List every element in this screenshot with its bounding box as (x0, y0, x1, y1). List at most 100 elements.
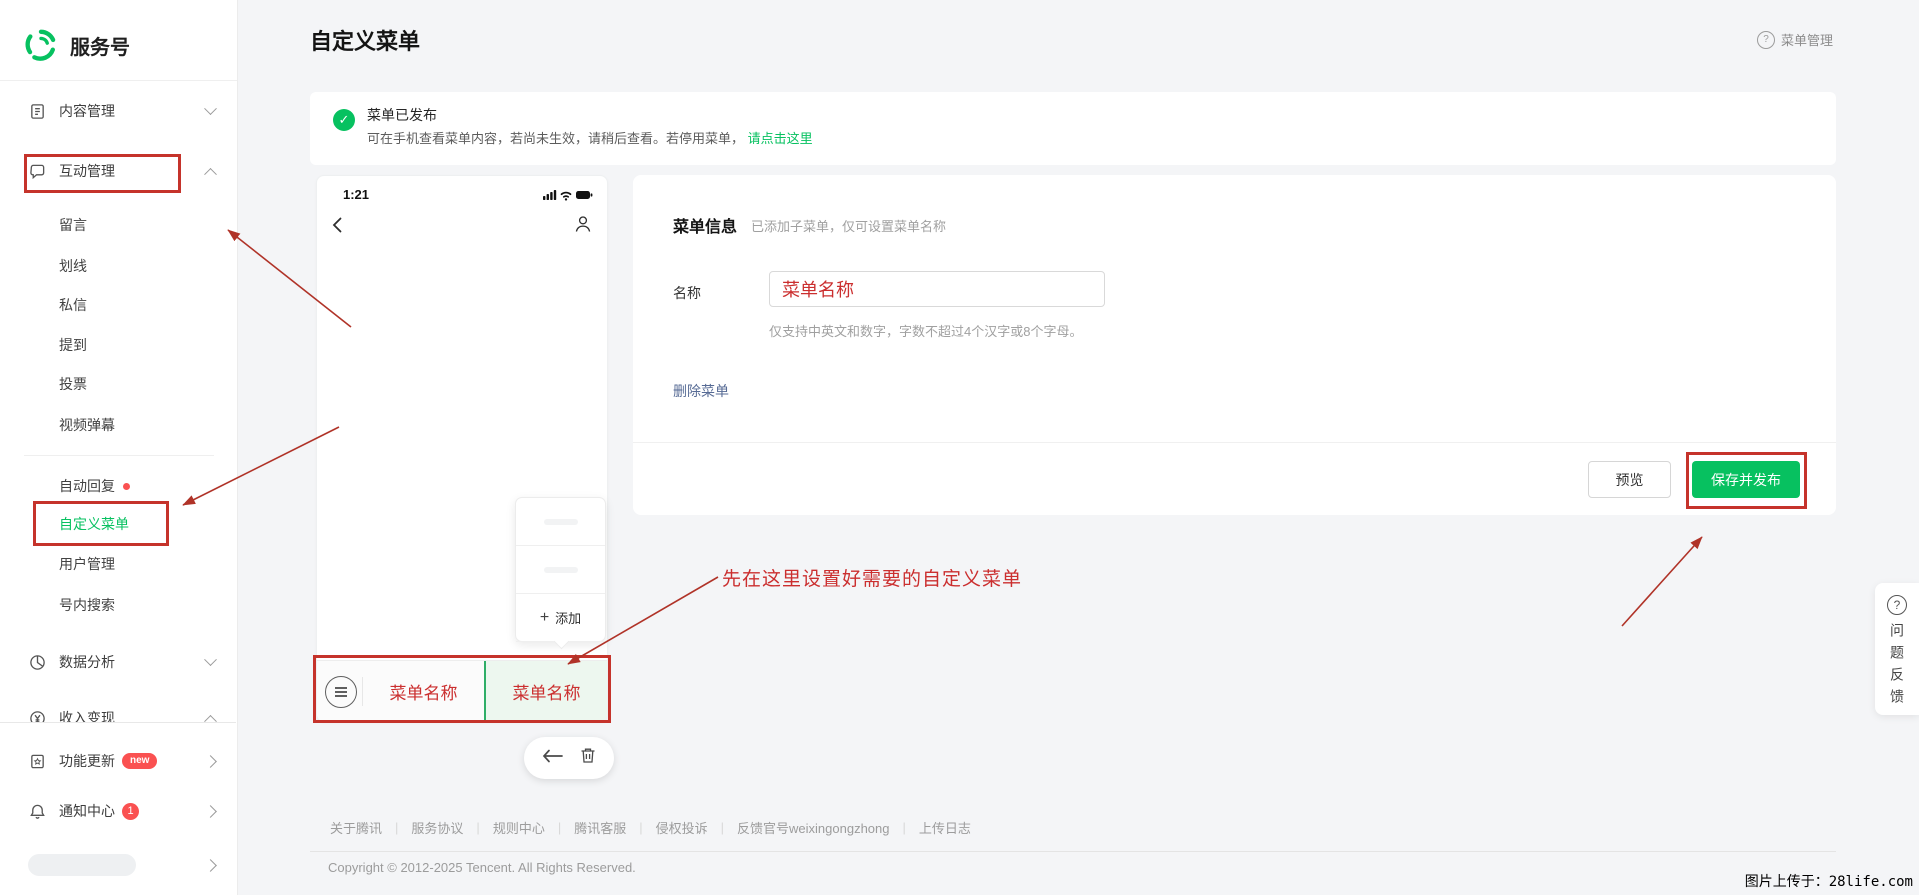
page-title: 自定义菜单 (310, 29, 421, 54)
menu-management-label: 菜单管理 (1781, 33, 1834, 48)
chevron-right-icon (204, 804, 217, 818)
sidebar-item-content-mgmt[interactable]: 内容管理 (0, 91, 237, 131)
footer-link-upload-log[interactable]: 上传日志 (919, 818, 971, 837)
sidebar-item-label: 内容管理 (59, 103, 115, 119)
page-root: 服务号 内容管理 互动管理 留言 划线 私信 提到 投票 视频弹幕 自动回复 自… (0, 0, 1919, 895)
keyboard-toggle-icon[interactable] (325, 676, 357, 708)
add-label: 添加 (555, 611, 582, 626)
redacted-submenu-label (543, 518, 578, 525)
submenu-popup: + 添加 (515, 497, 606, 650)
undo-arrow-icon[interactable] (542, 749, 564, 768)
banner-title: 菜单已发布 (367, 107, 437, 123)
delete-menu-link[interactable]: 删除菜单 (673, 381, 729, 401)
chevron-right-icon (204, 754, 217, 768)
sidebar-item-label: 视频弹幕 (59, 417, 115, 433)
menu-management-help[interactable]: ? 菜单管理 (1757, 30, 1833, 49)
chevron-down-icon (204, 652, 217, 666)
sidebar-item-label: 自定义菜单 (59, 516, 129, 532)
preview-toolbar (524, 737, 614, 779)
footer-separator: | (395, 820, 399, 835)
brand[interactable]: 服务号 (24, 28, 130, 62)
sidebar-item-comments[interactable]: 留言 (0, 205, 237, 245)
sidebar-item-label: 数据分析 (59, 654, 115, 670)
battery-icon (576, 191, 593, 199)
brand-logo-icon (24, 28, 58, 62)
success-check-icon: ✓ (333, 109, 355, 131)
footer-separator: | (639, 820, 643, 835)
chevron-down-icon (204, 101, 217, 115)
preview-button[interactable]: 预览 (1588, 461, 1671, 498)
chevron-right-icon (204, 858, 217, 872)
chevron-up-icon (204, 167, 217, 181)
sidebar-item-underline[interactable]: 划线 (0, 246, 237, 286)
notification-count-badge: 1 (122, 802, 139, 820)
phone-contact-icon[interactable] (573, 214, 593, 234)
submenu-item-2[interactable] (516, 546, 605, 594)
disable-menu-link[interactable]: 请点击这里 (748, 131, 813, 146)
name-label: 名称 (673, 285, 701, 301)
submenu-item-1[interactable] (516, 498, 605, 546)
menu-info-card: 菜单信息 已添加子菜单，仅可设置菜单名称 名称 仅支持中英文和数字，字数不超过4… (633, 175, 1836, 515)
feedback-widget[interactable]: ? 问题反馈 (1875, 583, 1919, 715)
sidebar-item-mentions[interactable]: 提到 (0, 325, 237, 365)
sidebar-item-label: 通知中心 (59, 803, 115, 819)
banner-description: 可在手机查看菜单内容，若尚未生效，请稍后查看。若停用菜单， 请点击这里 (367, 128, 813, 147)
card-divider (633, 442, 1836, 443)
sidebar-item-label: 私信 (59, 297, 87, 313)
question-mark-icon: ? (1887, 595, 1907, 615)
sidebar-item-label: 用户管理 (59, 556, 115, 572)
section-title: 菜单信息 (673, 219, 738, 236)
footer-link-feedback-account[interactable]: 反馈官号weixingongzhong (737, 818, 889, 837)
redacted-account-name (28, 854, 136, 876)
sidebar-item-account[interactable] (0, 845, 237, 885)
footer-divider (310, 851, 1836, 852)
sidebar-item-label: 互动管理 (59, 163, 115, 179)
sidebar-item-notification-center[interactable]: 通知中心 1 (0, 791, 237, 831)
unread-dot (123, 482, 130, 490)
arrow-to-save-button (1621, 536, 1703, 627)
feedback-label: 问题反馈 (1889, 623, 1905, 711)
sidebar-item-data-analysis[interactable]: 数据分析 (0, 642, 237, 682)
phone-time: 1:21 (343, 187, 370, 202)
sidebar-item-user-mgmt[interactable]: 用户管理 (0, 544, 237, 584)
menu-item-2-selected[interactable]: 菜单名称 (484, 661, 607, 722)
footer-link-support[interactable]: 腾讯客服 (574, 818, 626, 837)
wifi-icon (560, 191, 572, 198)
document-icon (28, 102, 46, 120)
phone-status-icons (543, 188, 593, 206)
sidebar-item-private-msg[interactable]: 私信 (0, 285, 237, 325)
section-hint: 已添加子菜单，仅可设置菜单名称 (751, 219, 947, 234)
footer-link-agreement[interactable]: 服务协议 (411, 818, 463, 837)
sidebar-item-votes[interactable]: 投票 (0, 364, 237, 404)
sidebar-item-custom-menu[interactable]: 自定义菜单 (0, 504, 237, 544)
published-banner: ✓ 菜单已发布 可在手机查看菜单内容，若尚未生效，请稍后查看。若停用菜单， 请点… (310, 92, 1836, 165)
new-badge: new (122, 753, 158, 769)
sidebar-item-label: 提到 (59, 337, 87, 353)
footer-links: 关于腾讯 | 服务协议 | 规则中心 | 腾讯客服 | 侵权投诉 | 反馈官号w… (330, 818, 971, 837)
sidebar-item-interact-mgmt[interactable]: 互动管理 (0, 151, 237, 191)
sidebar-item-label: 投票 (59, 376, 87, 392)
footer-link-about[interactable]: 关于腾讯 (330, 818, 382, 837)
sidebar-bottom-section: 功能更新 new 通知中心 1 (0, 722, 236, 895)
sidebar-item-label: 号内搜索 (59, 597, 115, 613)
sidebar-item-auto-reply[interactable]: 自动回复 (0, 466, 237, 506)
footer-separator: | (557, 820, 562, 835)
sidebar-item-label: 功能更新 (59, 753, 115, 769)
menu-name-input[interactable] (769, 271, 1105, 307)
sidebar-item-account-search[interactable]: 号内搜索 (0, 585, 237, 625)
phone-back-icon[interactable] (327, 214, 349, 236)
sidebar-item-video-danmu[interactable]: 视频弹幕 (0, 405, 237, 445)
signal-icon (543, 190, 557, 200)
chat-bubble-icon (28, 162, 46, 180)
footer-separator: | (720, 820, 725, 835)
footer-link-complaint[interactable]: 侵权投诉 (656, 818, 708, 837)
trash-icon[interactable] (580, 747, 596, 769)
book-star-icon (28, 752, 46, 770)
footer-link-rules[interactable]: 规则中心 (493, 818, 545, 837)
sidebar-item-label: 划线 (59, 258, 87, 274)
question-mark-icon: ? (1757, 30, 1775, 49)
sidebar-item-feature-update[interactable]: 功能更新 new (0, 741, 237, 781)
save-publish-button[interactable]: 保存并发布 (1692, 461, 1800, 498)
menu-item-1[interactable]: 菜单名称 (363, 661, 484, 722)
sidebar-item-label: 留言 (59, 217, 87, 233)
